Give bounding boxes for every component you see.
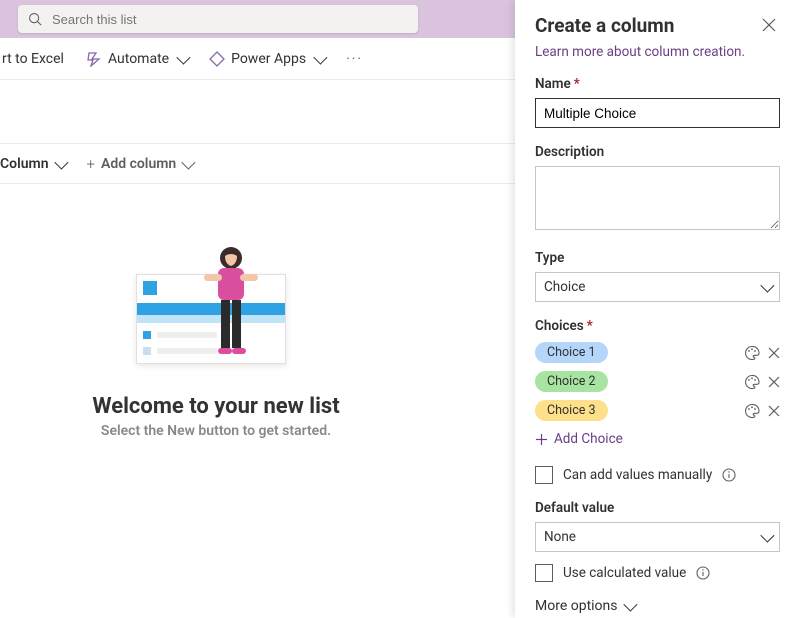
description-input[interactable] xyxy=(535,166,780,230)
panel-title: Create a column xyxy=(535,14,674,37)
choice-pill[interactable]: Choice 1 xyxy=(535,342,608,363)
add-choice-label: Add Choice xyxy=(554,431,623,447)
choices-list: Choice 1 xyxy=(535,342,780,421)
close-icon xyxy=(768,405,780,417)
can-add-values-label: Can add values manually xyxy=(563,467,712,483)
export-to-excel-button[interactable]: rt to Excel xyxy=(0,47,66,71)
export-label: rt to Excel xyxy=(2,51,64,67)
search-input[interactable] xyxy=(50,11,408,28)
add-column-button[interactable]: Add column xyxy=(87,155,193,173)
type-select[interactable]: Choice xyxy=(535,272,780,302)
palette-icon xyxy=(744,374,760,390)
add-column-label: Add column xyxy=(101,156,176,172)
palette-icon xyxy=(744,345,760,361)
type-label: Type xyxy=(535,250,780,266)
description-label: Description xyxy=(535,144,780,160)
power-apps-button[interactable]: Power Apps xyxy=(207,47,326,71)
info-button[interactable] xyxy=(722,468,736,482)
chevron-down-icon xyxy=(54,155,68,169)
chevron-down-icon xyxy=(176,50,190,64)
welcome-title: Welcome to your new list xyxy=(0,394,432,419)
remove-choice-button[interactable] xyxy=(768,347,780,359)
use-calculated-checkbox[interactable] xyxy=(535,564,553,582)
power-apps-label: Power Apps xyxy=(231,51,306,67)
default-value: None xyxy=(544,529,576,545)
empty-state: Welcome to your new list Select the New … xyxy=(0,244,432,439)
person-icon xyxy=(196,244,266,374)
chevron-down-icon xyxy=(760,528,774,542)
default-value-label: Default value xyxy=(535,500,780,516)
choices-label: Choices* xyxy=(535,318,780,334)
palette-button[interactable] xyxy=(744,403,760,419)
plus-icon xyxy=(535,433,548,446)
palette-icon xyxy=(744,403,760,419)
create-column-panel: Create a column Learn more about column … xyxy=(515,0,800,618)
automate-button[interactable]: Automate xyxy=(84,47,189,71)
palette-button[interactable] xyxy=(744,374,760,390)
close-icon xyxy=(768,376,780,388)
name-label: Name* xyxy=(535,76,780,92)
more-options-toggle[interactable]: More options xyxy=(535,598,634,614)
search-box[interactable] xyxy=(18,5,418,33)
info-icon xyxy=(696,566,710,580)
choice-row: Choice 3 xyxy=(535,400,780,421)
close-button[interactable] xyxy=(758,14,780,40)
palette-button[interactable] xyxy=(744,345,760,361)
ellipsis-icon: ··· xyxy=(346,51,363,67)
choice-label: Choice 3 xyxy=(547,403,596,418)
welcome-illustration xyxy=(126,244,306,384)
choice-label: Choice 2 xyxy=(547,374,596,389)
choice-pill[interactable]: Choice 3 xyxy=(535,400,608,421)
name-input[interactable] xyxy=(535,98,780,128)
info-button[interactable] xyxy=(696,566,710,580)
can-add-values-checkbox[interactable] xyxy=(535,466,553,484)
overflow-button[interactable]: ··· xyxy=(344,47,365,71)
use-calculated-label: Use calculated value xyxy=(563,565,686,581)
chevron-down-icon xyxy=(313,50,327,64)
info-icon xyxy=(722,468,736,482)
remove-choice-button[interactable] xyxy=(768,376,780,388)
more-options-label: More options xyxy=(535,598,618,614)
welcome-subtitle: Select the New button to get started. xyxy=(0,423,432,439)
learn-more-link[interactable]: Learn more about column creation. xyxy=(535,44,745,60)
add-choice-button[interactable]: Add Choice xyxy=(535,431,623,447)
power-apps-icon xyxy=(209,51,225,67)
choice-pill[interactable]: Choice 2 xyxy=(535,371,608,392)
close-icon xyxy=(762,18,776,32)
chevron-down-icon xyxy=(760,279,774,293)
choice-label: Choice 1 xyxy=(547,345,596,360)
type-value: Choice xyxy=(544,279,585,295)
flow-icon xyxy=(86,51,102,67)
column-header[interactable]: Column xyxy=(0,156,65,172)
chevron-down-icon xyxy=(623,597,637,611)
default-value-select[interactable]: None xyxy=(535,522,780,552)
choice-row: Choice 1 xyxy=(535,342,780,363)
plus-icon xyxy=(87,155,95,173)
automate-label: Automate xyxy=(108,51,169,67)
column-header-label: Column xyxy=(0,156,49,172)
chevron-down-icon xyxy=(182,155,196,169)
remove-choice-button[interactable] xyxy=(768,405,780,417)
close-icon xyxy=(768,347,780,359)
search-icon xyxy=(28,12,42,26)
choice-row: Choice 2 xyxy=(535,371,780,392)
